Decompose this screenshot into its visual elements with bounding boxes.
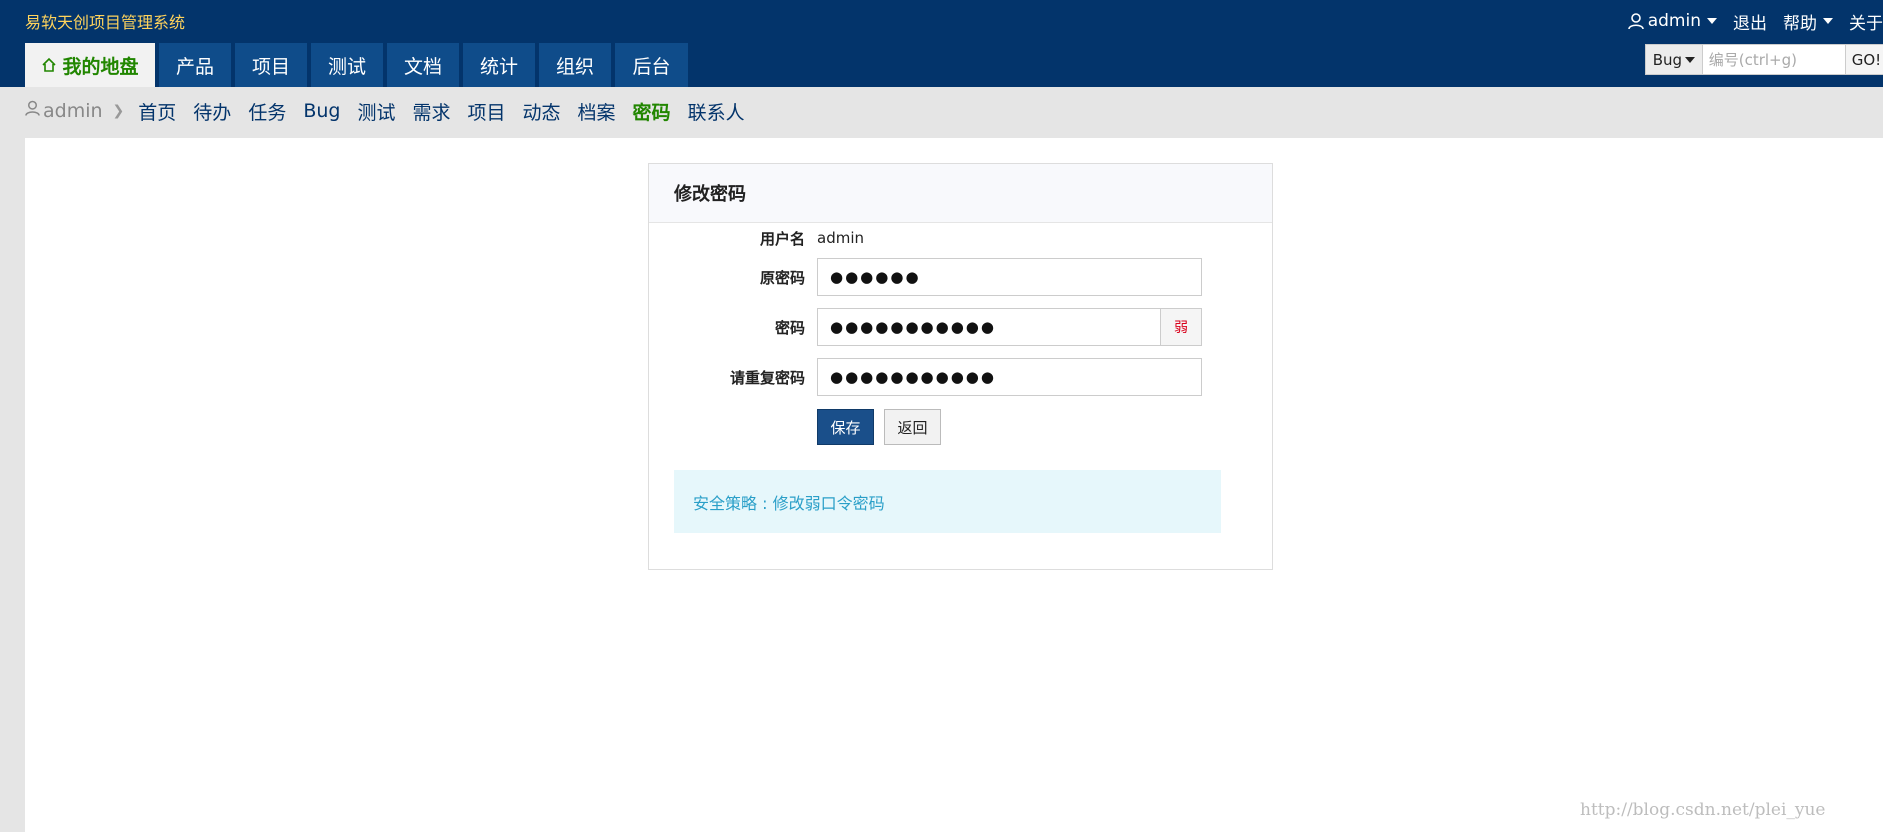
change-password-panel: 修改密码 用户名 admin 原密码 ●●●●●● 密码 ●●●●●●●●●●●… [648, 163, 1273, 570]
tab-test[interactable]: 测试 [311, 43, 383, 87]
chevron-down-icon [1823, 18, 1833, 24]
repeat-password-input[interactable]: ●●●●●●●●●●● [817, 358, 1202, 396]
search-box: Bug GO! [1645, 44, 1883, 75]
chevron-down-icon [1685, 56, 1696, 63]
subnav-home[interactable]: 首页 [138, 98, 176, 125]
password-strength-badge: 弱 [1160, 308, 1202, 346]
old-password-label: 原密码 [759, 268, 805, 287]
user-menu-label: admin [1647, 11, 1701, 31]
tab-label: 我的地盘 [62, 55, 139, 78]
panel-header: 修改密码 [649, 164, 1272, 223]
username-row: 用户名 admin [649, 227, 1274, 249]
tab-admin[interactable]: 后台 [615, 43, 688, 87]
actions-row: 保存 返回 [649, 409, 1274, 445]
search-type-label: Bug [1652, 50, 1683, 69]
password-input[interactable]: ●●●●●●●●●●● [817, 308, 1160, 346]
save-button[interactable]: 保存 [817, 409, 874, 445]
home-icon [41, 57, 57, 73]
main-content: 修改密码 用户名 admin 原密码 ●●●●●● 密码 ●●●●●●●●●●●… [25, 138, 1883, 832]
subnav-todo[interactable]: 待办 [193, 98, 231, 125]
subnav-password[interactable]: 密码 [633, 98, 671, 125]
breadcrumb-user-label: admin [43, 100, 103, 122]
repeat-password-row: 请重复密码 ●●●●●●●●●●● [649, 358, 1274, 396]
back-button[interactable]: 返回 [884, 409, 941, 445]
password-group: ●●●●●●●●●●● 弱 [817, 308, 1202, 346]
old-password-input[interactable]: ●●●●●● [817, 258, 1202, 296]
subnav-dynamic[interactable]: 动态 [523, 98, 561, 125]
app-title: 易软天创项目管理系统 [25, 13, 186, 32]
repeat-password-label: 请重复密码 [729, 368, 805, 387]
tab-my-dashboard[interactable]: 我的地盘 [25, 43, 155, 87]
security-policy-text: 安全策略 : 修改弱口令密码 [693, 493, 885, 513]
help-menu-label: 帮助 [1783, 13, 1817, 34]
breadcrumb-user[interactable]: admin [25, 100, 103, 122]
username-value: admin [817, 229, 864, 247]
main-nav: 我的地盘 产品 项目 测试 文档 统计 组织 后台 [25, 43, 692, 87]
search-type-select[interactable]: Bug [1645, 44, 1703, 75]
subnav-profile[interactable]: 档案 [578, 98, 616, 125]
old-password-row: 原密码 ●●●●●● [649, 258, 1274, 296]
tab-report[interactable]: 统计 [463, 43, 535, 87]
chevron-right-icon: ❯ [112, 103, 125, 119]
chevron-down-icon [1707, 18, 1717, 24]
sub-nav: admin ❯ 首页 待办 任务 Bug 测试 需求 项目 动态 档案 密码 联… [25, 96, 762, 126]
tab-product[interactable]: 产品 [159, 43, 231, 87]
security-policy-alert: 安全策略 : 修改弱口令密码 [674, 470, 1221, 533]
about-link[interactable]: 关于 [1849, 9, 1883, 34]
subnav-contacts[interactable]: 联系人 [688, 98, 745, 125]
user-icon [25, 100, 40, 122]
subnav-story[interactable]: 需求 [412, 98, 450, 125]
help-menu[interactable]: 帮助 [1783, 9, 1833, 34]
watermark: http://blog.csdn.net/plei_yue [1580, 800, 1826, 820]
tab-project[interactable]: 项目 [235, 43, 307, 87]
subnav-task[interactable]: 任务 [248, 98, 286, 125]
tab-company[interactable]: 组织 [539, 43, 611, 87]
logout-link[interactable]: 退出 [1733, 9, 1767, 34]
user-menu[interactable]: admin [1627, 11, 1717, 31]
search-go-button[interactable]: GO! [1845, 44, 1883, 75]
password-label: 密码 [774, 318, 805, 337]
subnav-project[interactable]: 项目 [468, 98, 506, 125]
subnav-bug[interactable]: Bug [303, 100, 340, 122]
user-icon [1627, 12, 1644, 30]
password-row: 密码 ●●●●●●●●●●● 弱 [649, 308, 1274, 346]
tab-doc[interactable]: 文档 [387, 43, 459, 87]
search-input[interactable] [1702, 44, 1846, 75]
top-header: 易软天创项目管理系统 admin 退出 帮助 关于 我的地盘 产品 项目 测试 … [0, 0, 1883, 87]
username-label: 用户名 [759, 229, 805, 248]
panel-title: 修改密码 [674, 184, 746, 205]
subnav-test[interactable]: 测试 [357, 98, 395, 125]
top-right-menu: admin 退出 帮助 关于 [1627, 9, 1883, 34]
